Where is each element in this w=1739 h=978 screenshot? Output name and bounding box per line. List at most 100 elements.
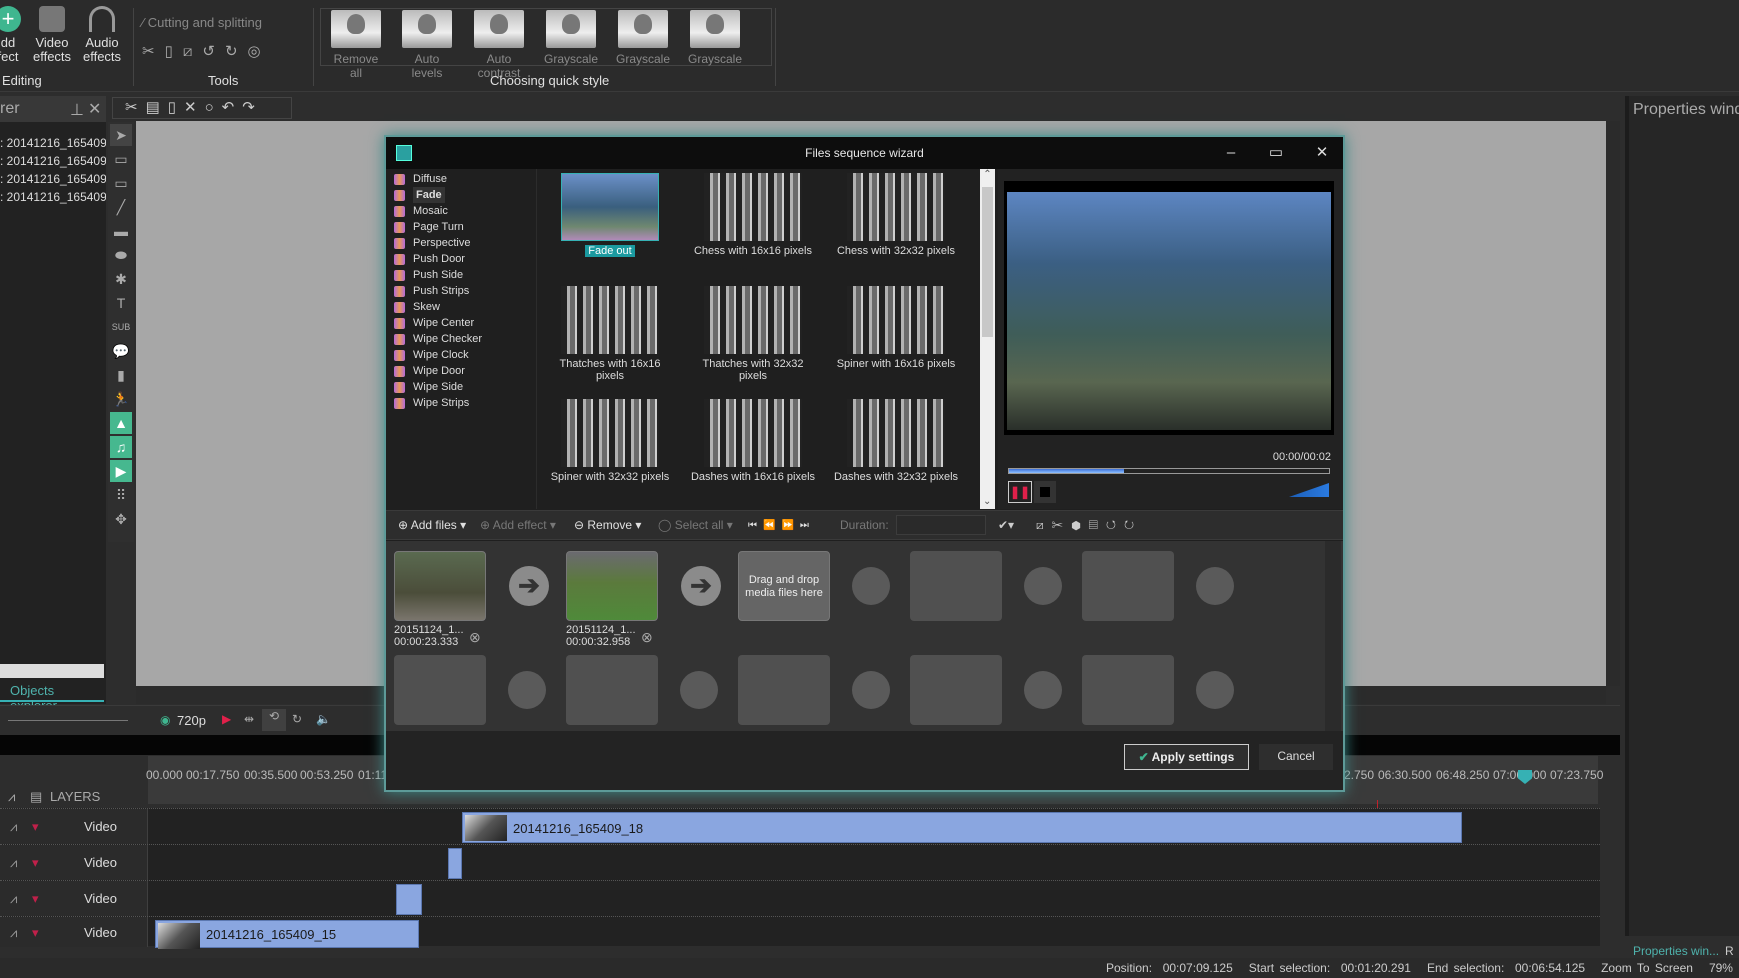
- vertical-scrollbar[interactable]: [1606, 121, 1620, 686]
- apply-check-icon[interactable]: ✔▾: [998, 518, 1014, 532]
- quick-style-item[interactable]: Remove all: [328, 10, 384, 80]
- grid-icon[interactable]: ⠿: [110, 484, 132, 506]
- transition-category-item[interactable]: Wipe Clock: [390, 347, 530, 363]
- timeline-clip[interactable]: [396, 884, 422, 915]
- rotate-left-icon[interactable]: ↺: [202, 43, 225, 60]
- transition-arrow-icon[interactable]: ➔: [509, 566, 549, 606]
- scroll-up-icon[interactable]: ⌃: [980, 169, 995, 180]
- apply-settings-button[interactable]: ✔ Apply settings: [1124, 744, 1249, 770]
- minimize-button[interactable]: –: [1219, 143, 1243, 163]
- music-icon[interactable]: ♫: [110, 436, 132, 458]
- prev-icon[interactable]: ⏪: [763, 520, 781, 531]
- move-icon[interactable]: ✥: [110, 508, 132, 530]
- effect-thumbnail[interactable]: Spiner with 32x32 pixels: [545, 399, 675, 483]
- animation-icon[interactable]: 🏃: [110, 388, 132, 410]
- gallery-scrollbar[interactable]: ⌃ ⌄: [980, 169, 995, 509]
- layer-down-icon[interactable]: ▭: [110, 172, 132, 194]
- fit-icon[interactable]: ⇹: [244, 712, 254, 726]
- video-icon[interactable]: ▶: [110, 460, 132, 482]
- split-icon[interactable]: ▯: [165, 43, 183, 60]
- effect-thumbnail[interactable]: Thatches with 32x32 pixels: [688, 286, 818, 382]
- remove-media-icon[interactable]: ⊗: [469, 629, 481, 646]
- transition-category-item[interactable]: Diffuse: [390, 171, 530, 187]
- transition-category-item[interactable]: Wipe Checker: [390, 331, 530, 347]
- maximize-button[interactable]: ▭: [1264, 143, 1288, 163]
- transition-category-item[interactable]: Wipe Strips: [390, 395, 530, 411]
- transition-category-item[interactable]: Wipe Side: [390, 379, 530, 395]
- tab-objects-explorer[interactable]: Objects explorer: [0, 680, 104, 713]
- zoom-slider[interactable]: [8, 720, 128, 721]
- transition-category-item[interactable]: Mosaic: [390, 203, 530, 219]
- add-object-button[interactable]: + dd fect: [0, 6, 28, 64]
- transition-category-item[interactable]: Skew: [390, 299, 530, 315]
- add-files-button[interactable]: ⊕ Add files ▾: [398, 518, 466, 532]
- scissors-icon[interactable]: ✂: [142, 43, 165, 60]
- cancel-button[interactable]: Cancel: [1259, 744, 1333, 770]
- text-icon[interactable]: T: [110, 292, 132, 314]
- explorer-item[interactable]: : 20141216_165409_: [0, 188, 106, 206]
- media-thumbnail[interactable]: [566, 551, 658, 621]
- select-all-button[interactable]: ◯ Select all ▾: [658, 518, 733, 532]
- timeline-clip[interactable]: 20141216_165409_15: [155, 920, 419, 949]
- layer-up-icon[interactable]: ▭: [110, 148, 132, 170]
- crop-icon[interactable]: ⧄: [183, 43, 203, 60]
- dropdown-icon[interactable]: ▾: [32, 855, 39, 871]
- cutting-splitting-button[interactable]: ⁄ Cutting and splitting: [142, 15, 262, 30]
- effect-thumbnail[interactable]: Spiner with 16x16 pixels: [831, 286, 961, 370]
- pin-icon[interactable]: ⊥: [70, 100, 84, 120]
- properties-icon[interactable]: ▤: [1089, 518, 1106, 532]
- volume-icon[interactable]: 🔈: [316, 712, 331, 726]
- crop-icon[interactable]: ⧄: [1036, 518, 1052, 532]
- remove-media-icon[interactable]: ⊗: [641, 629, 653, 646]
- transition-category-item[interactable]: Push Side: [390, 267, 530, 283]
- circle-icon[interactable]: ○: [205, 99, 222, 116]
- rotate-left-icon[interactable]: ↺: [1106, 518, 1124, 532]
- pointer-icon[interactable]: ➤: [110, 124, 132, 146]
- audio-effects-button[interactable]: Audio effects: [78, 6, 126, 64]
- track-header[interactable]: ⩘ ▾ Video: [0, 845, 148, 881]
- delete-icon[interactable]: ✕: [184, 99, 205, 116]
- transition-category-item[interactable]: Wipe Center: [390, 315, 530, 331]
- volume-level-icon[interactable]: [1289, 483, 1329, 497]
- remove-button[interactable]: ⊖ Remove ▾: [574, 518, 641, 532]
- add-effect-button[interactable]: ⊕ Add effect ▾: [480, 518, 556, 532]
- redo-icon[interactable]: ↷: [242, 99, 263, 116]
- explorer-item[interactable]: : 20141216_165409_: [0, 134, 106, 152]
- play-icon[interactable]: ▶: [222, 712, 231, 726]
- image-icon[interactable]: ▲: [110, 412, 132, 434]
- callout-icon[interactable]: 💬: [110, 340, 132, 362]
- rotate-right-icon[interactable]: ↻: [1124, 518, 1142, 532]
- scroll-down-icon[interactable]: ⌄: [983, 496, 991, 507]
- timeline-clip[interactable]: [448, 848, 462, 879]
- dropdown-icon[interactable]: ▾: [32, 891, 39, 907]
- transition-category-item[interactable]: Page Turn: [390, 219, 530, 235]
- effect-thumbnail[interactable]: Fade out: [545, 173, 675, 257]
- last-icon[interactable]: ⏭: [800, 520, 815, 531]
- scissors-icon[interactable]: ✂: [1052, 518, 1072, 532]
- transition-category-item[interactable]: Push Strips: [390, 283, 530, 299]
- rectangle-icon[interactable]: ▬: [110, 220, 132, 242]
- effect-thumbnail[interactable]: Chess with 32x32 pixels: [831, 173, 961, 257]
- sequence-scrollbar[interactable]: [1325, 541, 1341, 731]
- transition-category-item[interactable]: Perspective: [390, 235, 530, 251]
- ellipse-icon[interactable]: ⬬: [110, 244, 132, 266]
- duration-input[interactable]: [896, 515, 986, 535]
- pause-button[interactable]: ❚❚: [1008, 481, 1032, 503]
- rotate-right-icon[interactable]: ↻: [225, 43, 248, 60]
- track-header[interactable]: ⩘ ▾ Video: [0, 881, 148, 917]
- next-icon[interactable]: ⏩: [781, 520, 799, 531]
- media-thumbnail[interactable]: [394, 551, 486, 621]
- quick-style-item[interactable]: Auto levels: [399, 10, 455, 80]
- copy-icon[interactable]: ▤: [146, 99, 168, 116]
- dropdown-icon[interactable]: ▾: [32, 819, 39, 835]
- transition-arrow-icon[interactable]: ➔: [681, 566, 721, 606]
- transition-category-item[interactable]: Wipe Door: [390, 363, 530, 379]
- paste-icon[interactable]: ▯: [168, 99, 184, 116]
- scrollbar-thumb[interactable]: [982, 187, 993, 337]
- effect-thumbnail[interactable]: Chess with 16x16 pixels: [688, 173, 818, 257]
- close-button[interactable]: ✕: [1310, 143, 1334, 163]
- effect-thumbnail[interactable]: Thatches with 16x16 pixels: [545, 286, 675, 382]
- video-effects-button[interactable]: Video effects: [28, 6, 76, 64]
- timeline-clip[interactable]: 20141216_165409_18: [462, 812, 1462, 843]
- transition-category-item[interactable]: Push Door: [390, 251, 530, 267]
